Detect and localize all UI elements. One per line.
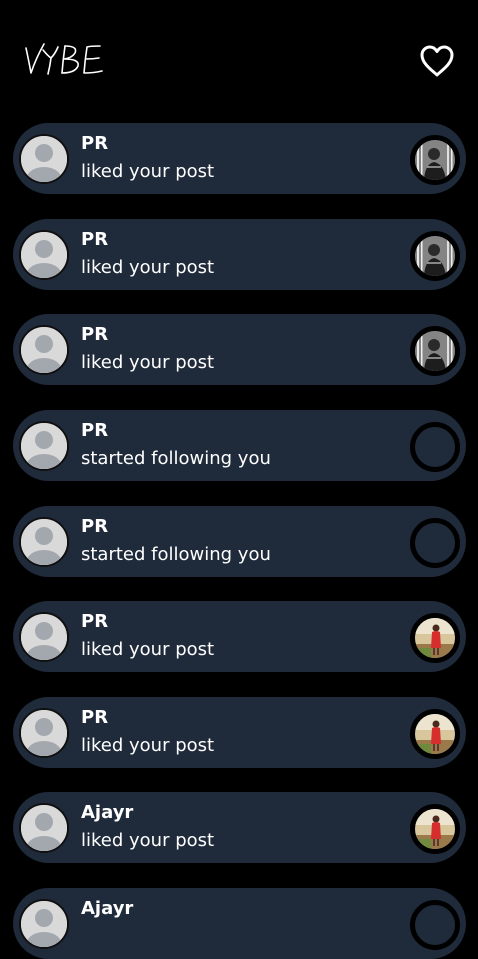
notification-username[interactable]: PR	[81, 229, 108, 251]
notification-item[interactable]: PR liked your post	[13, 314, 466, 385]
empty-thumbnail	[410, 518, 460, 568]
notification-username[interactable]: Ajayr	[81, 898, 133, 920]
notification-message: liked your post	[81, 161, 215, 182]
post-thumbnail[interactable]	[410, 231, 460, 281]
post-photo-color	[415, 618, 455, 658]
post-photo-color	[415, 809, 455, 849]
notification-item[interactable]: PR liked your post	[13, 123, 466, 194]
notification-item[interactable]: PR liked your post	[13, 219, 466, 290]
post-thumbnail[interactable]	[410, 613, 460, 663]
avatar[interactable]	[19, 803, 69, 853]
notification-message: started following you	[81, 448, 271, 469]
notification-username[interactable]: Ajayr	[81, 802, 133, 824]
empty-thumbnail	[410, 900, 460, 950]
post-thumbnail[interactable]	[410, 804, 460, 854]
default-user-icon	[21, 423, 67, 469]
notification-item[interactable]: PR started following you	[13, 410, 466, 481]
notification-username[interactable]: PR	[81, 611, 108, 633]
default-user-icon	[21, 327, 67, 373]
notification-message: liked your post	[81, 352, 215, 373]
notification-message: liked your post	[81, 830, 215, 851]
default-user-icon	[21, 710, 67, 756]
avatar[interactable]	[19, 230, 69, 280]
notification-username[interactable]: PR	[81, 420, 108, 442]
avatar[interactable]	[19, 708, 69, 758]
notification-username[interactable]: PR	[81, 133, 108, 155]
empty-thumbnail	[410, 422, 460, 472]
avatar[interactable]	[19, 325, 69, 375]
post-photo-bw	[415, 236, 455, 276]
notification-message: liked your post	[81, 257, 215, 278]
post-thumbnail[interactable]	[410, 326, 460, 376]
notification-username[interactable]: PR	[81, 516, 108, 538]
avatar[interactable]	[19, 517, 69, 567]
notification-list: PR liked your post PR liked your post PR…	[0, 0, 478, 959]
notification-item[interactable]: PR liked your post	[13, 697, 466, 768]
avatar[interactable]	[19, 612, 69, 662]
post-thumbnail[interactable]	[410, 709, 460, 759]
default-user-icon	[21, 136, 67, 182]
notification-message: started following you	[81, 544, 271, 565]
default-user-icon	[21, 901, 67, 947]
default-user-icon	[21, 519, 67, 565]
notification-item[interactable]: Ajayr	[13, 888, 466, 959]
post-photo-color	[415, 714, 455, 754]
notification-username[interactable]: PR	[81, 707, 108, 729]
avatar[interactable]	[19, 899, 69, 949]
notification-item[interactable]: PR started following you	[13, 506, 466, 577]
post-photo-bw	[415, 140, 455, 180]
default-user-icon	[21, 805, 67, 851]
post-photo-bw	[415, 331, 455, 371]
notification-message: liked your post	[81, 735, 215, 756]
notification-item[interactable]: Ajayr liked your post	[13, 792, 466, 863]
post-thumbnail[interactable]	[410, 135, 460, 185]
avatar[interactable]	[19, 421, 69, 471]
notification-message: liked your post	[81, 639, 215, 660]
notification-username[interactable]: PR	[81, 324, 108, 346]
notification-item[interactable]: PR liked your post	[13, 601, 466, 672]
avatar[interactable]	[19, 134, 69, 184]
default-user-icon	[21, 232, 67, 278]
default-user-icon	[21, 614, 67, 660]
